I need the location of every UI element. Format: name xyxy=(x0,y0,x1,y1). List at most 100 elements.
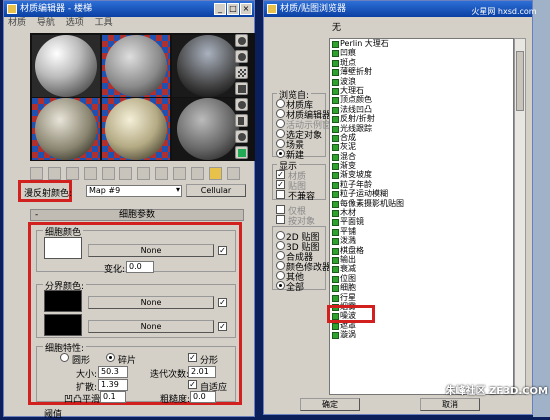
menu-navigation[interactable]: 导航 xyxy=(37,18,55,28)
browse-new[interactable] xyxy=(276,149,285,158)
division-map-button-1[interactable]: None xyxy=(88,296,214,309)
map-list[interactable]: Perlin 大理石 凹痕 斑点 薄壁折射 波浪 大理石 顶点颜色 法线凹凸 反射/折射 光线跟踪… xyxy=(329,38,514,395)
browse-material-editor[interactable] xyxy=(276,109,285,118)
division-color-swatch-1[interactable] xyxy=(44,290,82,312)
backlight-button[interactable] xyxy=(235,50,248,63)
cancel-button[interactable]: 取消 xyxy=(420,398,480,411)
sample-slot-3[interactable] xyxy=(172,35,240,97)
division-color-swatch-2[interactable] xyxy=(44,314,82,336)
by-object-checkbox[interactable] xyxy=(276,215,285,224)
map-name-field[interactable]: Map #9 xyxy=(86,185,182,197)
show-map-in-viewport-icon[interactable] xyxy=(173,167,186,180)
roughness-field[interactable]: 0.0 xyxy=(190,391,216,403)
show-materials-checkbox[interactable]: ✓ xyxy=(276,170,285,179)
filter-all[interactable] xyxy=(276,281,285,290)
cell-color-map-checkbox[interactable]: ✓ xyxy=(218,246,227,255)
minimize-button[interactable]: _ xyxy=(214,3,226,15)
dropdown-arrow-icon[interactable]: ▾ xyxy=(176,185,180,194)
ok-button[interactable]: 确定 xyxy=(300,398,360,411)
make-preview-button[interactable] xyxy=(235,114,248,127)
size-field[interactable]: 50.3 xyxy=(98,366,128,378)
map-list-item[interactable]: 粒子运动模糊 xyxy=(330,189,513,199)
iterations-field[interactable]: 2.01 xyxy=(188,366,216,378)
map-list-item[interactable]: 漩涡 xyxy=(330,330,513,340)
map-list-item[interactable]: 衰减 xyxy=(330,264,513,274)
division-map-button-2[interactable]: None xyxy=(88,320,214,333)
cell-color-swatch[interactable] xyxy=(44,237,82,259)
put-to-library-icon[interactable] xyxy=(137,167,151,180)
root-only-checkbox[interactable] xyxy=(276,205,285,214)
map-list-item[interactable]: 木材 xyxy=(330,208,513,218)
map-list-item[interactable]: 薄壁折射 xyxy=(330,67,513,77)
browse-active-slot[interactable] xyxy=(276,119,285,128)
assign-to-selection-icon[interactable] xyxy=(65,167,79,180)
uv-tiling-button[interactable] xyxy=(235,82,248,95)
map-list-item[interactable]: 输出 xyxy=(330,255,513,265)
map-list-item[interactable]: 凹痕 xyxy=(330,48,513,58)
fractal-checkbox[interactable]: ✓ xyxy=(188,353,197,362)
map-list-item[interactable]: 每像素摄影机贴图 xyxy=(330,199,513,209)
get-material-icon[interactable] xyxy=(30,167,43,180)
sample-slot-6[interactable] xyxy=(172,98,240,160)
make-copy-icon[interactable] xyxy=(101,167,115,180)
menu-utilities[interactable]: 工具 xyxy=(95,18,113,28)
map-list-item[interactable]: 行星 xyxy=(330,293,513,302)
show-incompatible-checkbox[interactable] xyxy=(276,190,285,199)
sample-slot-2[interactable] xyxy=(102,35,170,97)
map-list-item[interactable]: 斑点 xyxy=(330,58,513,68)
division-map-checkbox-2[interactable]: ✓ xyxy=(218,322,227,331)
reset-map-icon[interactable] xyxy=(83,167,97,180)
map-list-item[interactable]: 波浪 xyxy=(330,77,513,86)
sample-slot-1[interactable] xyxy=(32,35,100,97)
map-list-item[interactable]: 大理石 xyxy=(330,86,513,96)
scrollbar-thumb[interactable] xyxy=(516,51,524,111)
map-list-item[interactable]: 位图 xyxy=(330,274,513,284)
map-list-item[interactable]: 平铺 xyxy=(330,227,513,237)
map-list-item[interactable]: Perlin 大理石 xyxy=(330,39,513,49)
menu-options[interactable]: 选项 xyxy=(66,18,84,28)
filter-color-mods[interactable] xyxy=(276,261,285,270)
variation-field[interactable]: 0.0 xyxy=(126,261,154,273)
map-list-item[interactable]: 混合 xyxy=(330,152,513,162)
map-list-item[interactable]: 法线凹凸 xyxy=(330,105,513,115)
map-list-item[interactable]: 泼溅 xyxy=(330,236,513,246)
sample-slot-5[interactable] xyxy=(102,98,170,160)
map-list-item[interactable]: 灰泥 xyxy=(330,142,513,152)
browse-selected[interactable] xyxy=(276,129,285,138)
radio-circular[interactable] xyxy=(60,353,69,362)
spread-field[interactable]: 1.39 xyxy=(98,379,128,391)
sample-slot-4[interactable] xyxy=(32,98,100,160)
video-color-check-button[interactable] xyxy=(235,98,248,111)
show-maps-checkbox[interactable]: ✓ xyxy=(276,180,285,189)
browse-material-library[interactable] xyxy=(276,99,285,108)
map-list-item[interactable]: 渐变坡度 xyxy=(330,170,513,180)
select-by-material-button[interactable] xyxy=(235,146,248,159)
map-list-item[interactable]: 平面镜 xyxy=(330,217,513,227)
show-end-result-icon[interactable] xyxy=(190,167,204,180)
map-list-item[interactable]: 光线跟踪 xyxy=(330,124,513,133)
maximize-button[interactable]: □ xyxy=(227,3,239,15)
adaptive-checkbox[interactable]: ✓ xyxy=(188,380,197,389)
close-button[interactable]: × xyxy=(240,3,252,15)
cell-color-map-button[interactable]: None xyxy=(88,244,214,257)
map-list-item[interactable]: 棋盘格 xyxy=(330,246,513,255)
material-effects-channel-icon[interactable] xyxy=(155,167,169,180)
map-list-item[interactable]: 顶点颜色 xyxy=(330,95,513,105)
background-button[interactable] xyxy=(235,66,248,79)
radio-chips[interactable] xyxy=(106,353,115,362)
options-button[interactable] xyxy=(235,130,248,143)
filter-2d-maps[interactable] xyxy=(276,231,285,240)
map-list-item[interactable]: 反射/折射 xyxy=(330,114,513,124)
browse-scene[interactable] xyxy=(276,139,285,148)
make-unique-icon[interactable] xyxy=(119,167,133,180)
map-type-button[interactable]: Cellular xyxy=(186,184,246,197)
rollout-header[interactable]: - 细胞参数 xyxy=(30,209,244,221)
go-to-parent-icon[interactable] xyxy=(208,167,222,180)
division-map-checkbox-1[interactable]: ✓ xyxy=(218,298,227,307)
sample-type-sphere-button[interactable] xyxy=(235,34,248,47)
go-forward-to-sibling-icon[interactable] xyxy=(226,167,240,180)
filter-3d-maps[interactable] xyxy=(276,241,285,250)
filter-compositors[interactable] xyxy=(276,251,285,260)
filter-other[interactable] xyxy=(276,271,285,280)
map-list-item[interactable]: 粒子年龄 xyxy=(330,180,513,190)
